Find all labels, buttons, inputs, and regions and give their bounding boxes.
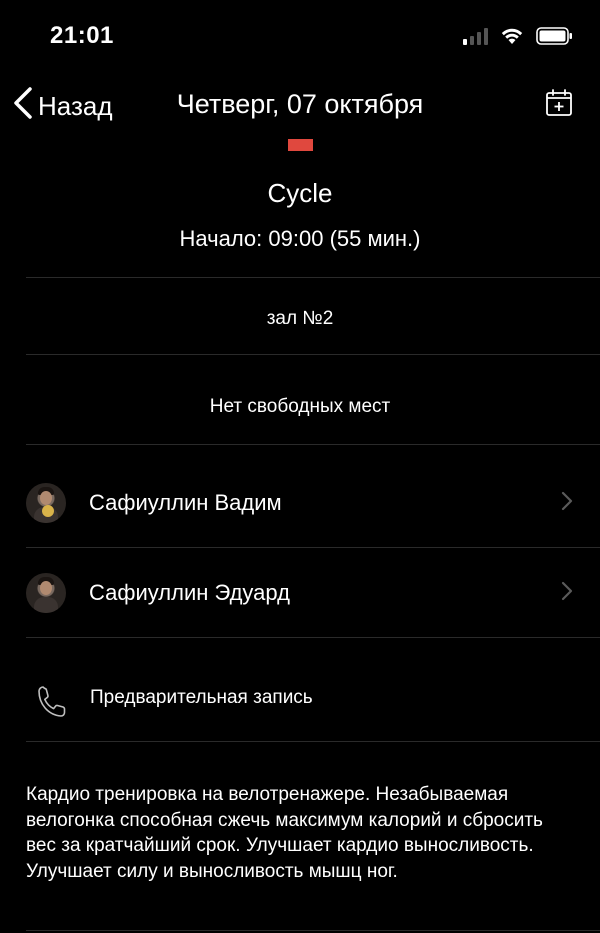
calendar-add-icon — [544, 89, 574, 122]
nav-bar: Назад Четверг, 07 октября — [0, 80, 600, 130]
battery-icon — [536, 26, 574, 46]
divider — [26, 547, 600, 548]
status-icons — [463, 26, 574, 46]
page-title: Четверг, 07 октября — [176, 89, 424, 119]
divider — [26, 354, 600, 355]
availability-status: Нет свободных мест — [209, 396, 391, 417]
avatar — [26, 483, 66, 523]
divider — [26, 637, 600, 638]
add-to-calendar-button[interactable] — [544, 88, 574, 123]
class-start-time: Начало: 09:00 (55 мин.) — [179, 226, 421, 251]
preliminary-booking-label: Предварительная запись — [90, 687, 313, 708]
class-description: Кардио тренировка на велотренажере. Неза… — [26, 784, 543, 882]
wifi-icon — [500, 27, 524, 45]
hall-label: зал №2 — [266, 308, 334, 329]
status-time: 21:01 — [50, 22, 114, 49]
status-bar: 21:01 — [0, 0, 600, 72]
divider — [26, 277, 600, 278]
trainer-name: Сафиуллин Вадим — [89, 490, 282, 515]
avatar — [26, 573, 66, 613]
class-name: Cycle — [267, 178, 333, 208]
preliminary-booking-row[interactable]: Предварительная запись — [0, 647, 600, 747]
divider — [26, 741, 600, 742]
divider — [26, 930, 600, 931]
chevron-right-icon — [560, 490, 574, 517]
phone-icon — [36, 685, 66, 724]
cellular-signal-icon — [463, 27, 488, 45]
trainer-row[interactable]: Сафиуллин Эдуард — [0, 549, 600, 637]
trainer-row[interactable]: Сафиуллин Вадим — [0, 459, 600, 547]
trainer-name: Сафиуллин Эдуард — [89, 580, 290, 605]
chevron-right-icon — [560, 580, 574, 607]
divider — [26, 444, 600, 445]
class-color-marker — [288, 139, 313, 151]
